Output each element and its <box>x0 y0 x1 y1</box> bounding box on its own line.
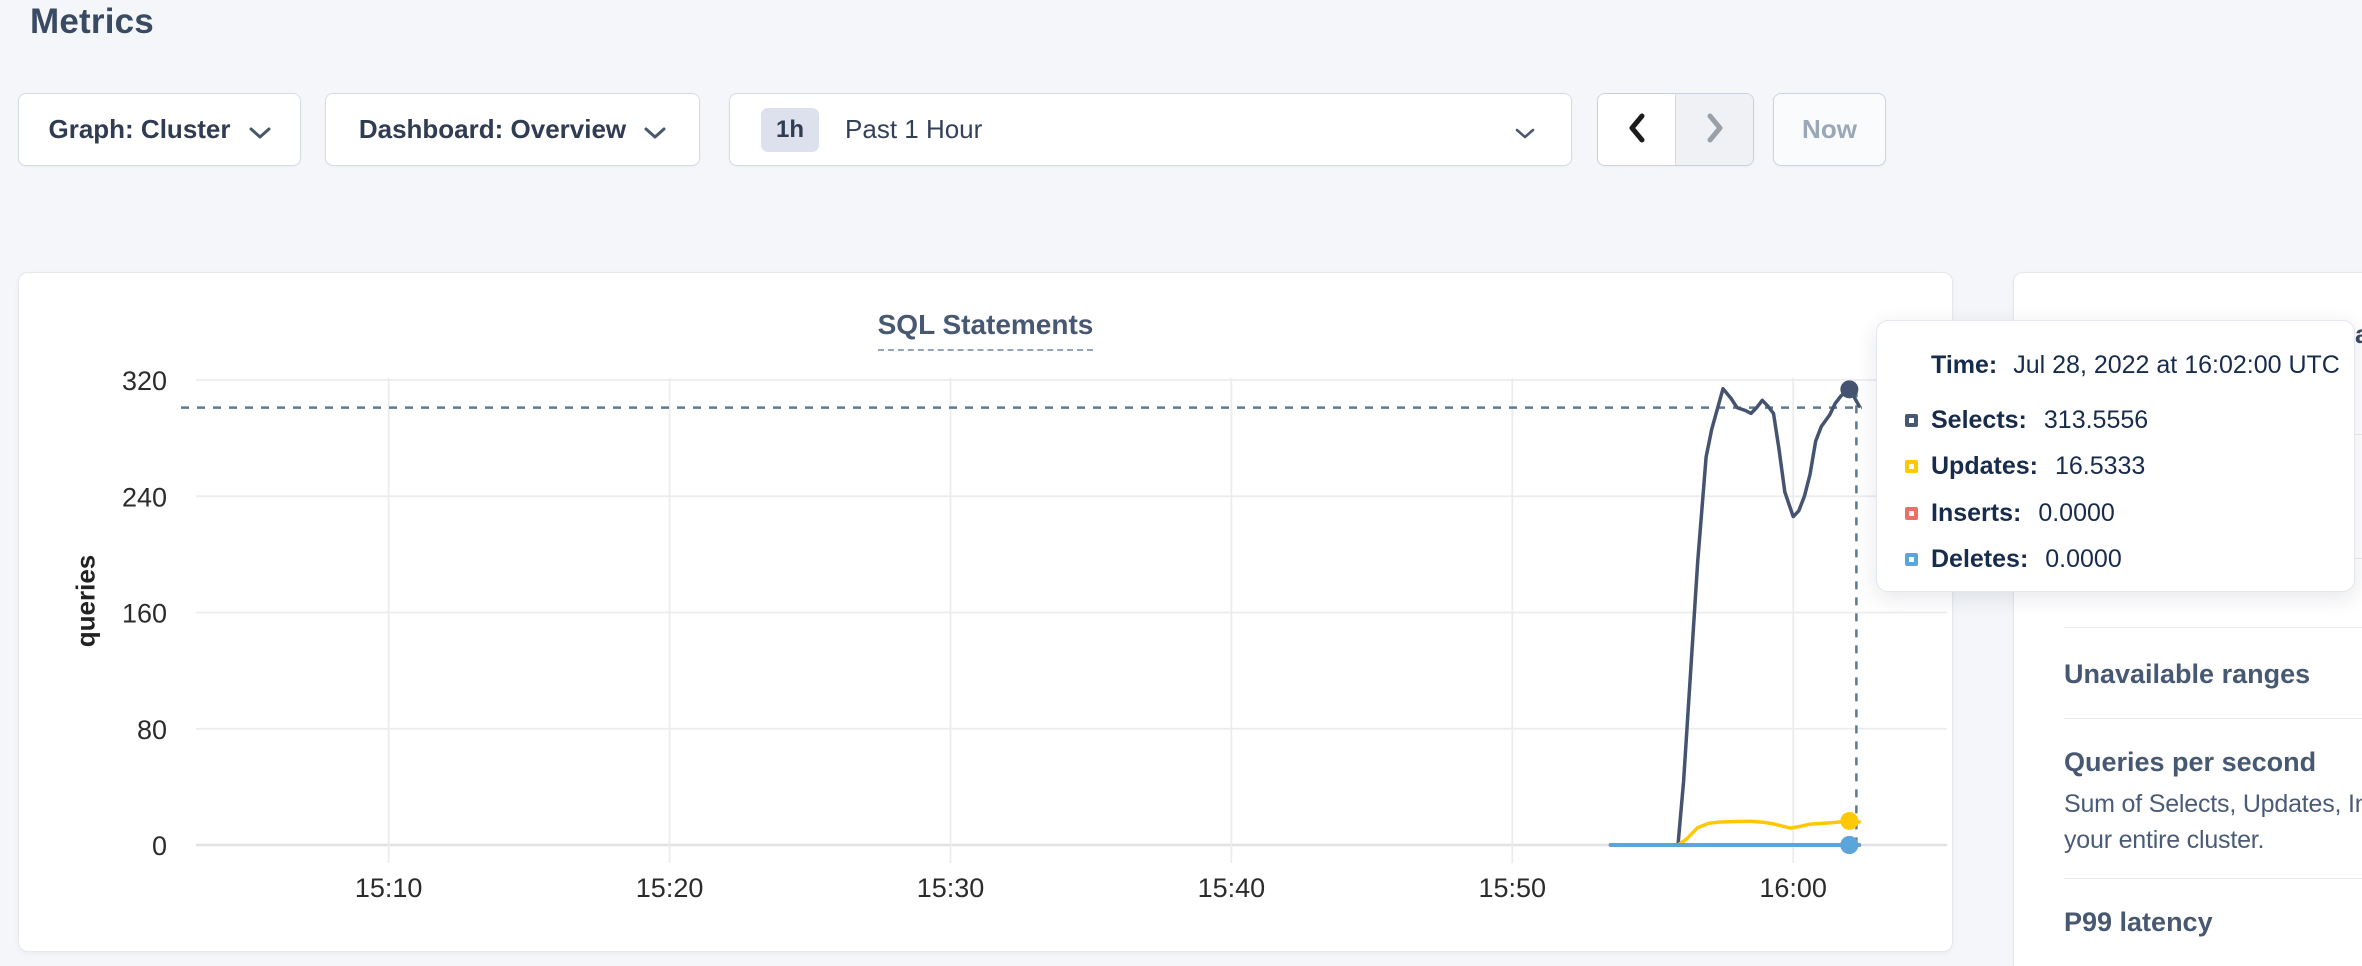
x-tick-label: 15:50 <box>1478 873 1546 903</box>
clipped-text-fragment: a <box>2355 319 2362 350</box>
tooltip-series-value: 0.0000 <box>2045 545 2121 574</box>
page-title: Metrics <box>30 2 154 42</box>
chevron-down-icon <box>1515 116 1535 147</box>
sidebar-item-queries-per-second: Queries per second <box>2064 747 2316 778</box>
time-range-label: Past 1 Hour <box>845 114 982 145</box>
y-tick-label: 160 <box>122 599 167 629</box>
metrics-page: Metrics Graph: Cluster Dashboard: Overvi… <box>0 0 2362 966</box>
tooltip-time-label: Time: <box>1931 351 1997 380</box>
sidebar-divider <box>2064 718 2362 719</box>
tooltip-series-rows: Selects: 313.5556Updates: 16.5333 Inserts: 0… <box>1905 397 2334 583</box>
tooltip-time-row: Time: Jul 28, 2022 at 16:02:00 UTC <box>1931 351 2340 380</box>
graph-dropdown-label: Graph: Cluster <box>48 114 230 145</box>
graph-dropdown[interactable]: Graph: Cluster <box>18 93 301 166</box>
tooltip-series-name: Updates: <box>1931 452 2038 481</box>
time-range-picker[interactable]: 1h Past 1 Hour <box>729 93 1572 166</box>
x-tick-label: 15:40 <box>1198 873 1266 903</box>
time-next-button[interactable] <box>1675 94 1753 165</box>
sidebar-divider <box>2064 878 2362 879</box>
tooltip-series-row: Deletes: 0.0000 <box>1905 537 2334 584</box>
tooltip-series-row: Inserts: 0.0000 <box>1905 490 2334 537</box>
chart-hover-tooltip: Time: Jul 28, 2022 at 16:02:00 UTC Selec… <box>1876 320 2355 592</box>
series-swatch-icon <box>1905 553 1918 566</box>
tooltip-series-row: Updates: 16.5333 <box>1905 444 2334 491</box>
sql-statements-card: SQL Statements queries 08016024032015:10… <box>18 272 1953 952</box>
sidebar-item-unavailable-ranges: Unavailable ranges <box>2064 659 2310 690</box>
tooltip-series-row: Selects: 313.5556 <box>1905 397 2334 444</box>
tooltip-series-value: 16.5333 <box>2055 452 2145 481</box>
chevron-down-icon <box>644 116 666 147</box>
sidebar-divider <box>2064 627 2362 628</box>
x-tick-label: 15:10 <box>355 873 423 903</box>
time-pager <box>1597 93 1754 166</box>
sidebar-item-description-line2: your entire cluster. <box>2064 826 2264 855</box>
sql-statements-chart[interactable]: 0 80 160 240 320 15:10 15:20 15:30 15:40 15:50 16:… <box>19 273 1951 950</box>
now-button[interactable]: Now <box>1773 93 1886 166</box>
chevron-left-icon <box>1625 111 1649 148</box>
series-swatch-icon <box>1905 414 1918 427</box>
tooltip-series-value: 313.5556 <box>2044 406 2148 435</box>
hover-dot-selects <box>1840 380 1858 398</box>
series-line-updates <box>1678 821 1859 845</box>
hover-dot-deletes <box>1840 836 1858 854</box>
series-swatch-icon <box>1905 460 1918 473</box>
y-tick-label: 240 <box>122 482 167 512</box>
x-tick-label: 16:00 <box>1759 873 1827 903</box>
x-tick-label: 15:30 <box>917 873 985 903</box>
y-tick-label: 80 <box>137 715 167 745</box>
chevron-down-icon <box>249 116 271 147</box>
series-swatch-icon <box>1905 507 1918 520</box>
x-tick-label: 15:20 <box>636 873 704 903</box>
tooltip-series-name: Selects: <box>1931 406 2027 435</box>
tooltip-time-value: Jul 28, 2022 at 16:02:00 UTC <box>2013 351 2340 380</box>
sidebar-item-description-line1: Sum of Selects, Updates, Inser <box>2064 790 2362 819</box>
y-tick-label: 320 <box>122 366 167 396</box>
dashboard-dropdown-label: Dashboard: Overview <box>359 114 626 145</box>
tooltip-series-name: Inserts: <box>1931 499 2021 528</box>
series-line-selects <box>1678 389 1859 845</box>
time-range-badge: 1h <box>761 108 819 152</box>
tooltip-series-value: 0.0000 <box>2038 499 2114 528</box>
time-prev-button[interactable] <box>1598 94 1675 165</box>
chevron-right-icon <box>1703 111 1727 148</box>
sidebar-item-p99-latency: P99 latency <box>2064 907 2213 938</box>
y-tick-label: 0 <box>152 831 167 861</box>
tooltip-series-name: Deletes: <box>1931 545 2028 574</box>
hover-dot-updates <box>1840 812 1858 830</box>
dashboard-dropdown[interactable]: Dashboard: Overview <box>325 93 700 166</box>
